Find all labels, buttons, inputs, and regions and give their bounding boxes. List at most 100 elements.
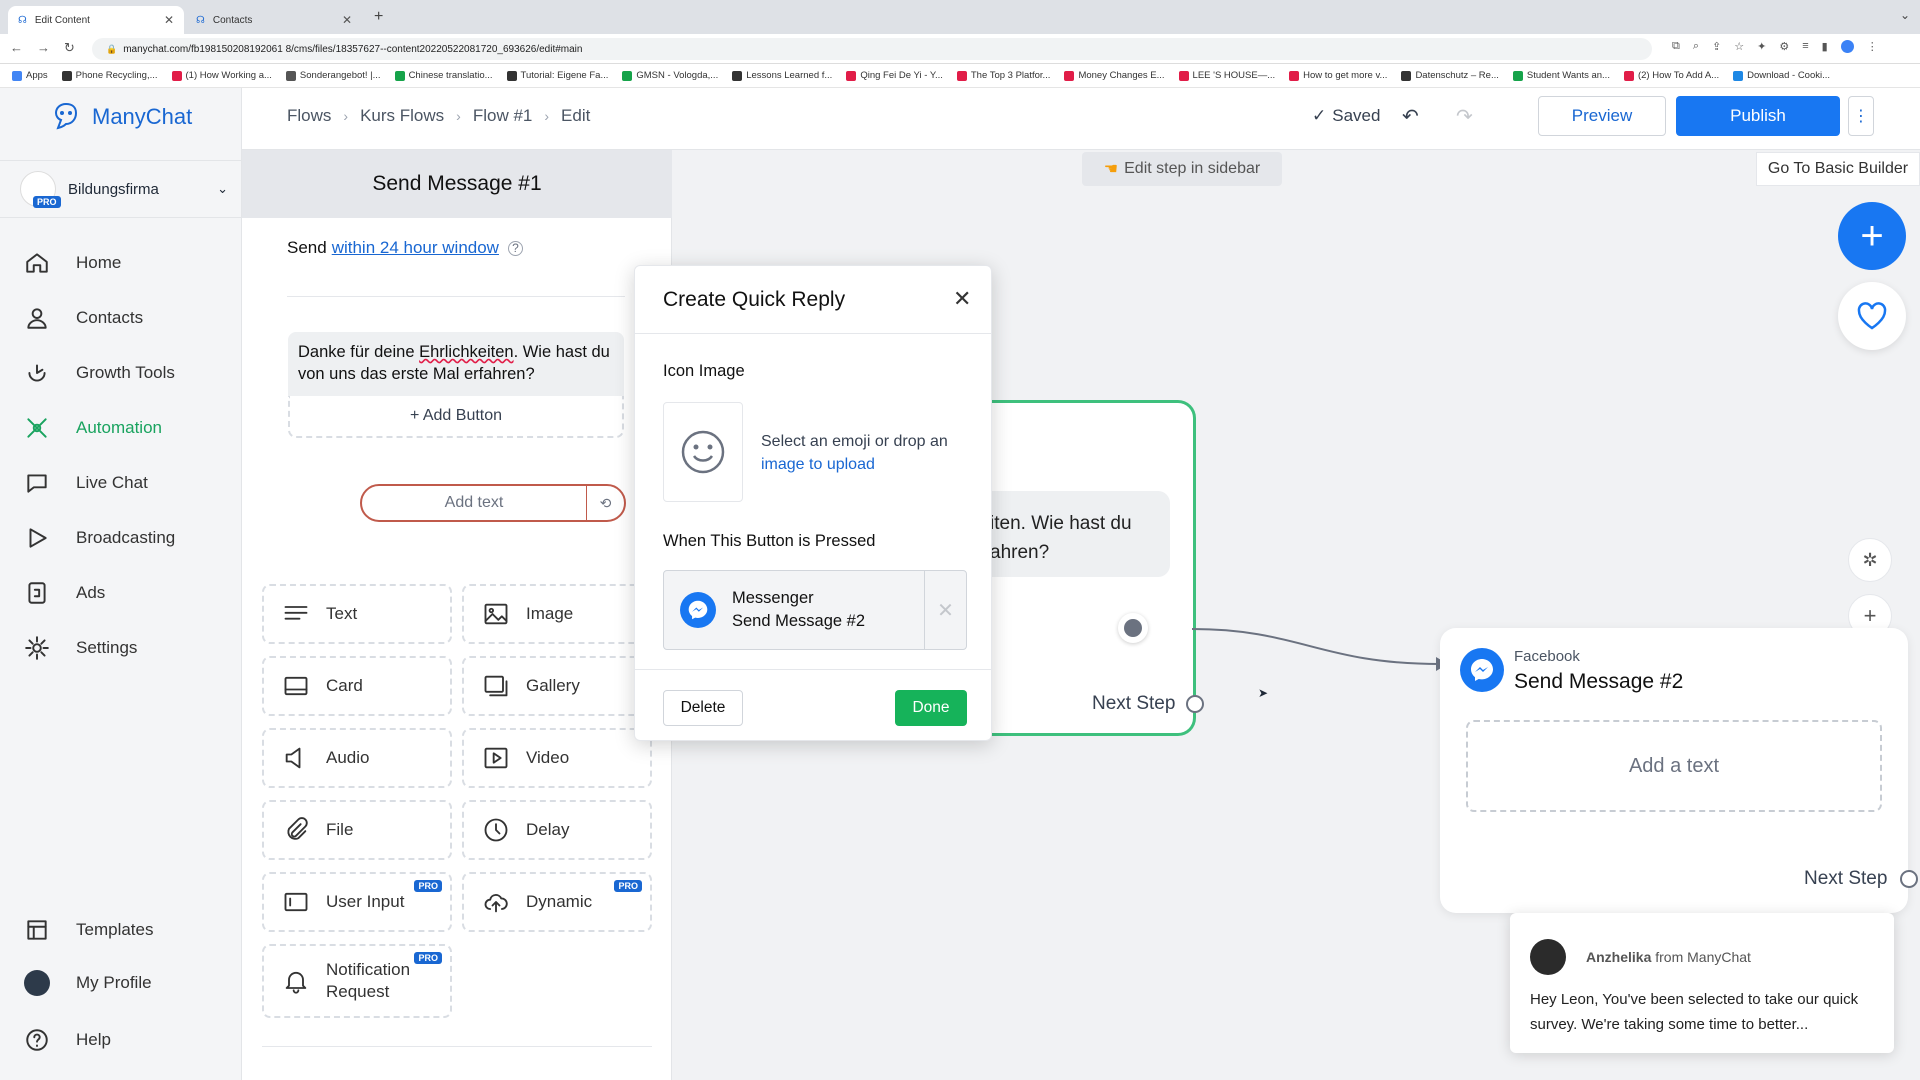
block-audio-button[interactable]: Audio xyxy=(262,728,452,788)
account-switcher[interactable]: PRO Bildungsfirma ⌄ xyxy=(0,160,242,218)
bookmark-item[interactable]: Sonderangebot! |... xyxy=(285,70,381,81)
send-window-link[interactable]: within 24 hour window xyxy=(332,238,499,258)
next-step-connector[interactable] xyxy=(1900,870,1918,888)
reading-list-icon[interactable]: ≡ xyxy=(1802,40,1808,53)
bookmark-item[interactable]: Phone Recycling,... xyxy=(61,70,158,81)
bookmark-item[interactable]: Money Changes E... xyxy=(1064,70,1165,81)
block-user-input-button[interactable]: User Input PRO xyxy=(262,872,452,932)
close-tab-icon[interactable]: ✕ xyxy=(164,13,174,27)
add-text-placeholder[interactable]: Add a text xyxy=(1466,720,1882,812)
sidebar-item-help[interactable]: Help xyxy=(24,1027,111,1053)
forward-icon[interactable]: → xyxy=(37,40,50,56)
upload-image-link[interactable]: image to upload xyxy=(761,453,971,476)
pro-badge: PRO xyxy=(414,880,442,892)
basic-builder-button[interactable]: Go To Basic Builder xyxy=(1756,152,1920,186)
sidebar-item-settings[interactable]: Settings xyxy=(24,635,137,661)
button-action-card[interactable]: Messenger Send Message #2 ✕ xyxy=(663,570,967,650)
breadcrumb-flow-1[interactable]: Flow #1 xyxy=(473,106,533,126)
bookmark-item[interactable]: Student Wants an... xyxy=(1512,70,1610,81)
browser-menu-icon[interactable]: ⋮ xyxy=(1867,40,1878,53)
send-message-1-node[interactable]: iten. Wie hast du ahren? Next Step xyxy=(970,400,1204,736)
bookmark-item[interactable]: LEE 'S HOUSE—... xyxy=(1178,70,1275,81)
zoom-icon[interactable]: ⌕ xyxy=(1693,40,1699,53)
add-quick-reply[interactable]: Add text ⟲ xyxy=(360,484,626,522)
bookmark-item[interactable]: How to get more v... xyxy=(1289,70,1387,81)
extension-icon[interactable]: ✦ xyxy=(1757,40,1766,53)
sidebar-icon[interactable]: ▮ xyxy=(1822,40,1828,53)
new-tab-icon[interactable]: + xyxy=(374,8,383,26)
sidebar-item-automation[interactable]: Automation xyxy=(24,415,162,441)
panel-title[interactable]: Send Message #1 xyxy=(242,150,672,218)
add-button[interactable]: + Add Button xyxy=(288,396,624,438)
back-icon[interactable]: ← xyxy=(10,40,23,56)
create-quick-reply-modal: Create Quick Reply ✕ Icon Image Select a… xyxy=(634,265,992,741)
bookmark-item[interactable]: Lessons Learned f... xyxy=(732,70,832,81)
extensions-puzzle-icon[interactable]: ⚙ xyxy=(1779,40,1789,53)
bookmark-item[interactable]: Tutorial: Eigene Fa... xyxy=(506,70,608,81)
url-field[interactable]: 🔒 manychat.com/fb198150208192061 8/cms/f… xyxy=(92,38,1652,60)
account-avatar: PRO xyxy=(20,171,61,208)
quick-reply-icon[interactable]: ⟲ xyxy=(587,495,624,512)
bookmark-item[interactable]: The Top 3 Platfor... xyxy=(956,70,1050,81)
help-icon[interactable]: ? xyxy=(507,240,523,256)
sidebar-item-home[interactable]: Home xyxy=(24,250,121,276)
chevron-down-icon[interactable]: ⌄ xyxy=(1900,8,1910,22)
block-gallery-button[interactable]: Gallery xyxy=(462,656,652,716)
block-text-button[interactable]: Text xyxy=(262,584,452,644)
sidebar-item-growth-tools[interactable]: Growth Tools xyxy=(24,360,175,386)
sidebar-item-my-profile[interactable]: My Profile xyxy=(24,970,152,996)
reload-icon[interactable]: ↻ xyxy=(64,40,75,56)
bookmark-item[interactable]: GMSN - Vologda,... xyxy=(622,70,718,81)
close-icon[interactable]: ✕ xyxy=(953,286,971,312)
breadcrumb-flows[interactable]: Flows xyxy=(287,106,331,126)
more-options-icon[interactable]: ⋮ xyxy=(1848,96,1874,136)
tab-contacts[interactable]: ☊ Contacts ✕ xyxy=(186,6,362,34)
block-notification-request-button[interactable]: Notification Request PRO xyxy=(262,944,452,1018)
tab-edit-content[interactable]: ☊ Edit Content ✕ xyxy=(8,6,184,34)
sidebar-item-broadcasting[interactable]: Broadcasting xyxy=(24,525,175,551)
done-button[interactable]: Done xyxy=(895,690,967,726)
pro-badge: PRO xyxy=(414,952,442,964)
bookmark-item[interactable]: Apps xyxy=(12,70,48,81)
bookmark-favicon-icon xyxy=(1401,70,1412,81)
block-delay-button[interactable]: Delay xyxy=(462,800,652,860)
manychat-logo[interactable]: ManyChat xyxy=(48,100,192,134)
bookmark-item[interactable]: Datenschutz – Re... xyxy=(1401,70,1499,81)
block-file-button[interactable]: File xyxy=(262,800,452,860)
emoji-picker[interactable] xyxy=(663,402,743,502)
heart-icon[interactable] xyxy=(1838,282,1906,350)
sidebar-item-live-chat[interactable]: Live Chat xyxy=(24,470,148,496)
next-step-connector[interactable] xyxy=(1186,695,1204,713)
sidebar-item-templates[interactable]: Templates xyxy=(24,917,153,943)
send-message-2-node[interactable]: Facebook Send Message #2 Add a text Next… xyxy=(1440,628,1908,913)
redo-icon[interactable]: ↷ xyxy=(1456,104,1473,129)
block-image-button[interactable]: Image xyxy=(462,584,652,644)
share-icon[interactable]: ⇪ xyxy=(1712,40,1721,53)
block-video-button[interactable]: Video xyxy=(462,728,652,788)
bookmark-item[interactable]: Download - Cooki... xyxy=(1733,70,1830,81)
close-tab-icon[interactable]: ✕ xyxy=(342,13,352,27)
bookmark-favicon-icon xyxy=(394,70,405,81)
quick-reply-connector[interactable] xyxy=(1118,613,1148,643)
add-step-icon[interactable]: + xyxy=(1838,202,1906,270)
block-dynamic-button[interactable]: Dynamic PRO xyxy=(462,872,652,932)
remove-action-icon[interactable]: ✕ xyxy=(924,571,966,649)
profile-avatar-icon[interactable] xyxy=(1840,40,1854,53)
delete-button[interactable]: Delete xyxy=(663,690,743,726)
sidebar-item-ads[interactable]: Ads xyxy=(24,580,105,606)
undo-icon[interactable]: ↶ xyxy=(1402,104,1419,129)
bookmark-item[interactable]: Chinese translatio... xyxy=(394,70,493,81)
preview-button[interactable]: Preview xyxy=(1538,96,1666,136)
bookmark-item[interactable]: (1) How Working a... xyxy=(171,70,272,81)
star-icon[interactable]: ☆ xyxy=(1734,40,1744,53)
bookmark-item[interactable]: (2) How To Add A... xyxy=(1623,70,1719,81)
bookmark-item[interactable]: Qing Fei De Yi - Y... xyxy=(846,70,943,81)
magic-wand-icon[interactable]: ✲ xyxy=(1848,538,1892,582)
block-card-button[interactable]: Card xyxy=(262,656,452,716)
sidebar-item-contacts[interactable]: Contacts xyxy=(24,305,143,331)
live-chat-popup[interactable]: Anzhelika from ManyChat Hey Leon, You've… xyxy=(1510,913,1894,1053)
message-text-bubble[interactable]: Danke für deine Ehrlichkeiten. Wie hast … xyxy=(288,332,624,396)
translate-icon[interactable]: ⧉ xyxy=(1672,40,1680,53)
publish-button[interactable]: Publish xyxy=(1676,96,1840,136)
breadcrumb-kurs-flows[interactable]: Kurs Flows xyxy=(360,106,444,126)
